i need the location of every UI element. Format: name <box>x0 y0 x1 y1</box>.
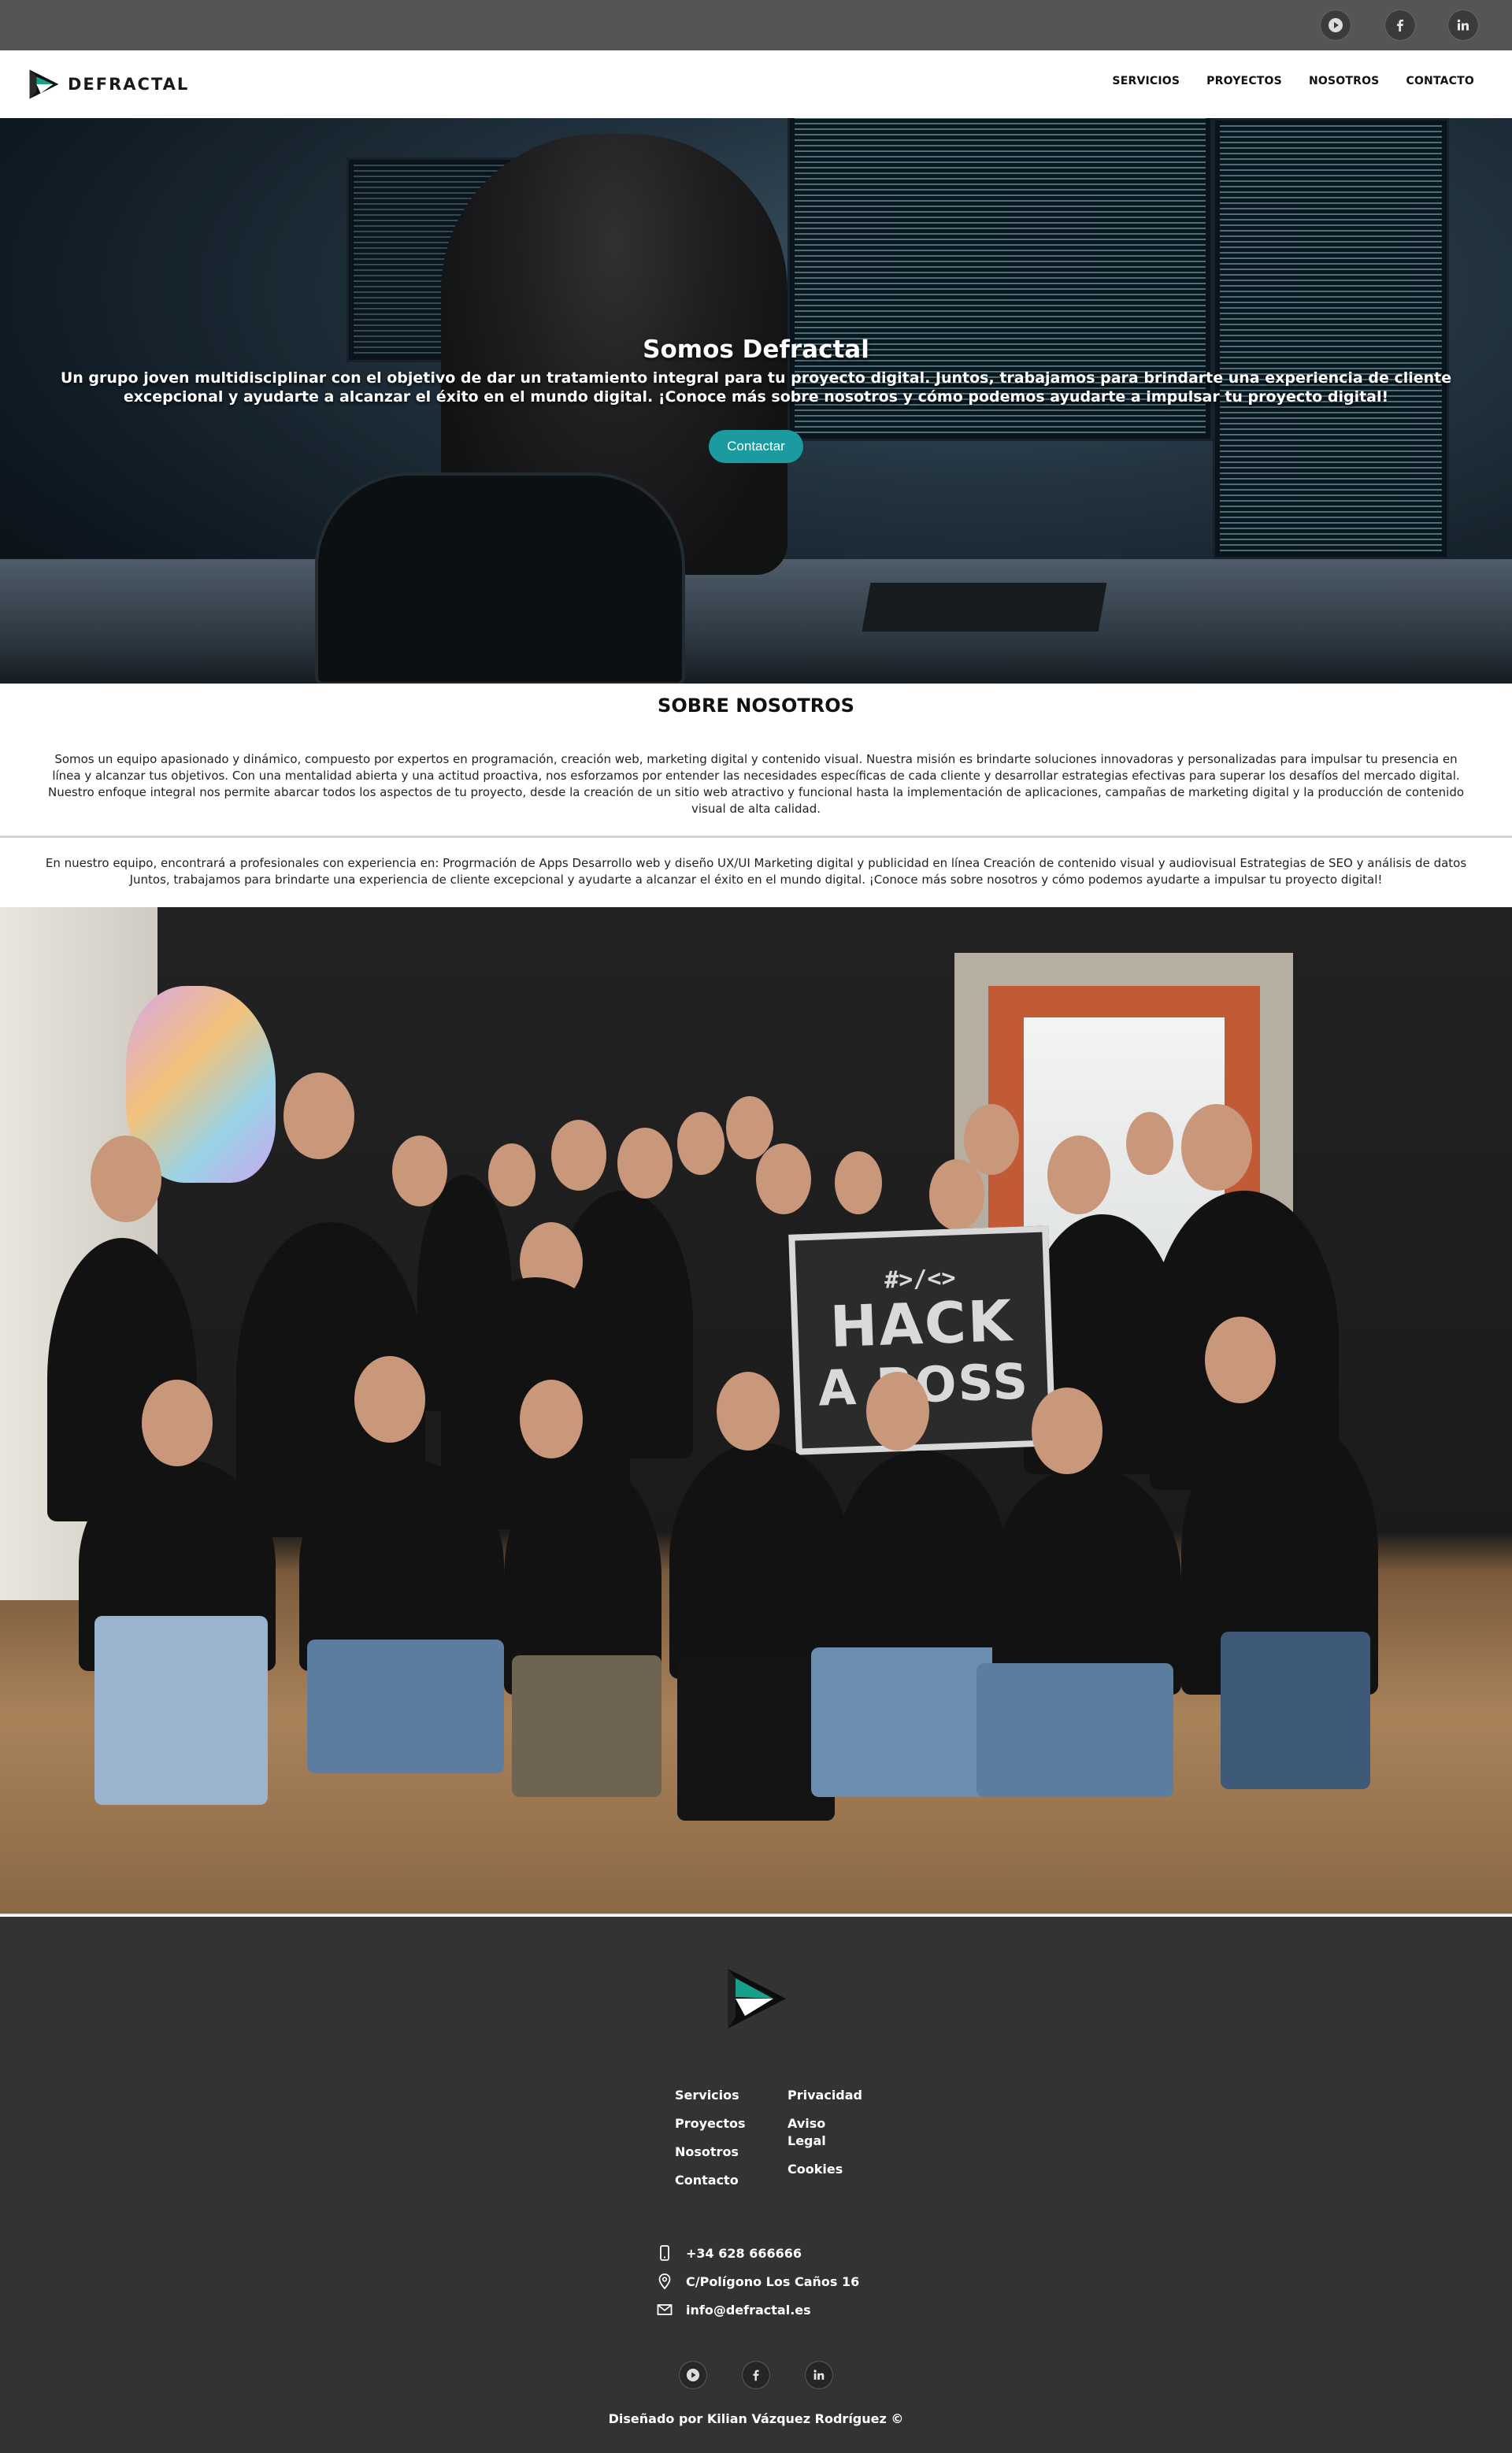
footer-link-nosotros[interactable]: Nosotros <box>675 2144 746 2161</box>
footer-facebook-link[interactable] <box>742 2361 770 2389</box>
footer-contact: +34 628 666666 C/Polígono Los Caños 16 i… <box>656 2244 859 2318</box>
about-paragraph: Somos un equipo apasionado y dinámico, c… <box>47 752 1465 816</box>
main-menu: SERVICIOS PROYECTOS NOSOTROS CONTACTO <box>1112 75 1474 87</box>
youtube-icon <box>686 2368 700 2382</box>
location-icon <box>658 2273 671 2290</box>
youtube-icon <box>1329 18 1343 32</box>
nav-nosotros[interactable]: NOSOTROS <box>1309 75 1380 87</box>
footer-youtube-link[interactable] <box>679 2361 707 2389</box>
contact-phone[interactable]: +34 628 666666 <box>656 2244 859 2262</box>
about-skills-paragraph: En nuestro equipo, encontrará a profesio… <box>45 856 1467 887</box>
youtube-link[interactable] <box>1320 9 1351 41</box>
footer: Servicios Proyectos Nosotros Contacto Pr… <box>0 1917 1512 2453</box>
hero-title: Somos Defractal <box>643 335 869 364</box>
footer-link-servicios[interactable]: Servicios <box>675 2087 746 2104</box>
hero-subtitle: Un grupo joven multidisciplinar con el o… <box>60 369 1452 406</box>
hero-section: Somos Defractal Un grupo joven multidisc… <box>0 118 1512 684</box>
about-title: SOBRE NOSOTROS <box>658 695 854 717</box>
footer-linkedin-link[interactable] <box>805 2361 833 2389</box>
footer-nav: Servicios Proyectos Nosotros Contacto <box>675 2087 746 2189</box>
footer-link-proyectos[interactable]: Proyectos <box>675 2115 746 2132</box>
defractal-logo-icon <box>29 69 59 99</box>
team-photo: #>/<> HACK A BOSS <box>0 907 1512 1915</box>
top-social-bar <box>0 0 1512 50</box>
nav-proyectos[interactable]: PROYECTOS <box>1206 75 1282 87</box>
facebook-link[interactable] <box>1384 9 1416 41</box>
footer-link-cookies[interactable]: Cookies <box>788 2161 862 2178</box>
brand-logo[interactable]: DEFRACTAL <box>27 65 189 104</box>
footer-link-privacidad[interactable]: Privacidad <box>788 2087 862 2104</box>
facebook-icon <box>753 2370 759 2381</box>
brand-name: DEFRACTAL <box>68 75 190 94</box>
contact-button[interactable]: Contactar <box>709 430 803 463</box>
footer-link-contacto[interactable]: Contacto <box>675 2172 746 2189</box>
nav-contacto[interactable]: CONTACTO <box>1406 75 1474 87</box>
facebook-icon <box>1397 19 1403 31</box>
nav-servicios[interactable]: SERVICIOS <box>1112 75 1180 87</box>
phone-icon <box>660 2245 669 2261</box>
contact-email[interactable]: info@defractal.es <box>656 2301 859 2318</box>
footer-credit: Diseñado por Kilian Vázquez Rodríguez © <box>608 2411 904 2426</box>
main-navbar: DEFRACTAL SERVICIOS PROYECTOS NOSOTROS C… <box>0 50 1512 118</box>
mail-icon <box>657 2304 673 2315</box>
footer-legal: Privacidad Aviso Legal Cookies <box>788 2087 862 2178</box>
section-divider <box>0 836 1512 838</box>
footer-link-aviso-legal[interactable]: Aviso Legal <box>788 2115 835 2150</box>
footer-logo-icon[interactable] <box>723 1966 789 2032</box>
linkedin-link[interactable] <box>1447 9 1479 41</box>
linkedin-icon <box>1457 19 1469 31</box>
linkedin-icon <box>813 2370 825 2380</box>
contact-address: C/Polígono Los Caños 16 <box>656 2273 859 2290</box>
